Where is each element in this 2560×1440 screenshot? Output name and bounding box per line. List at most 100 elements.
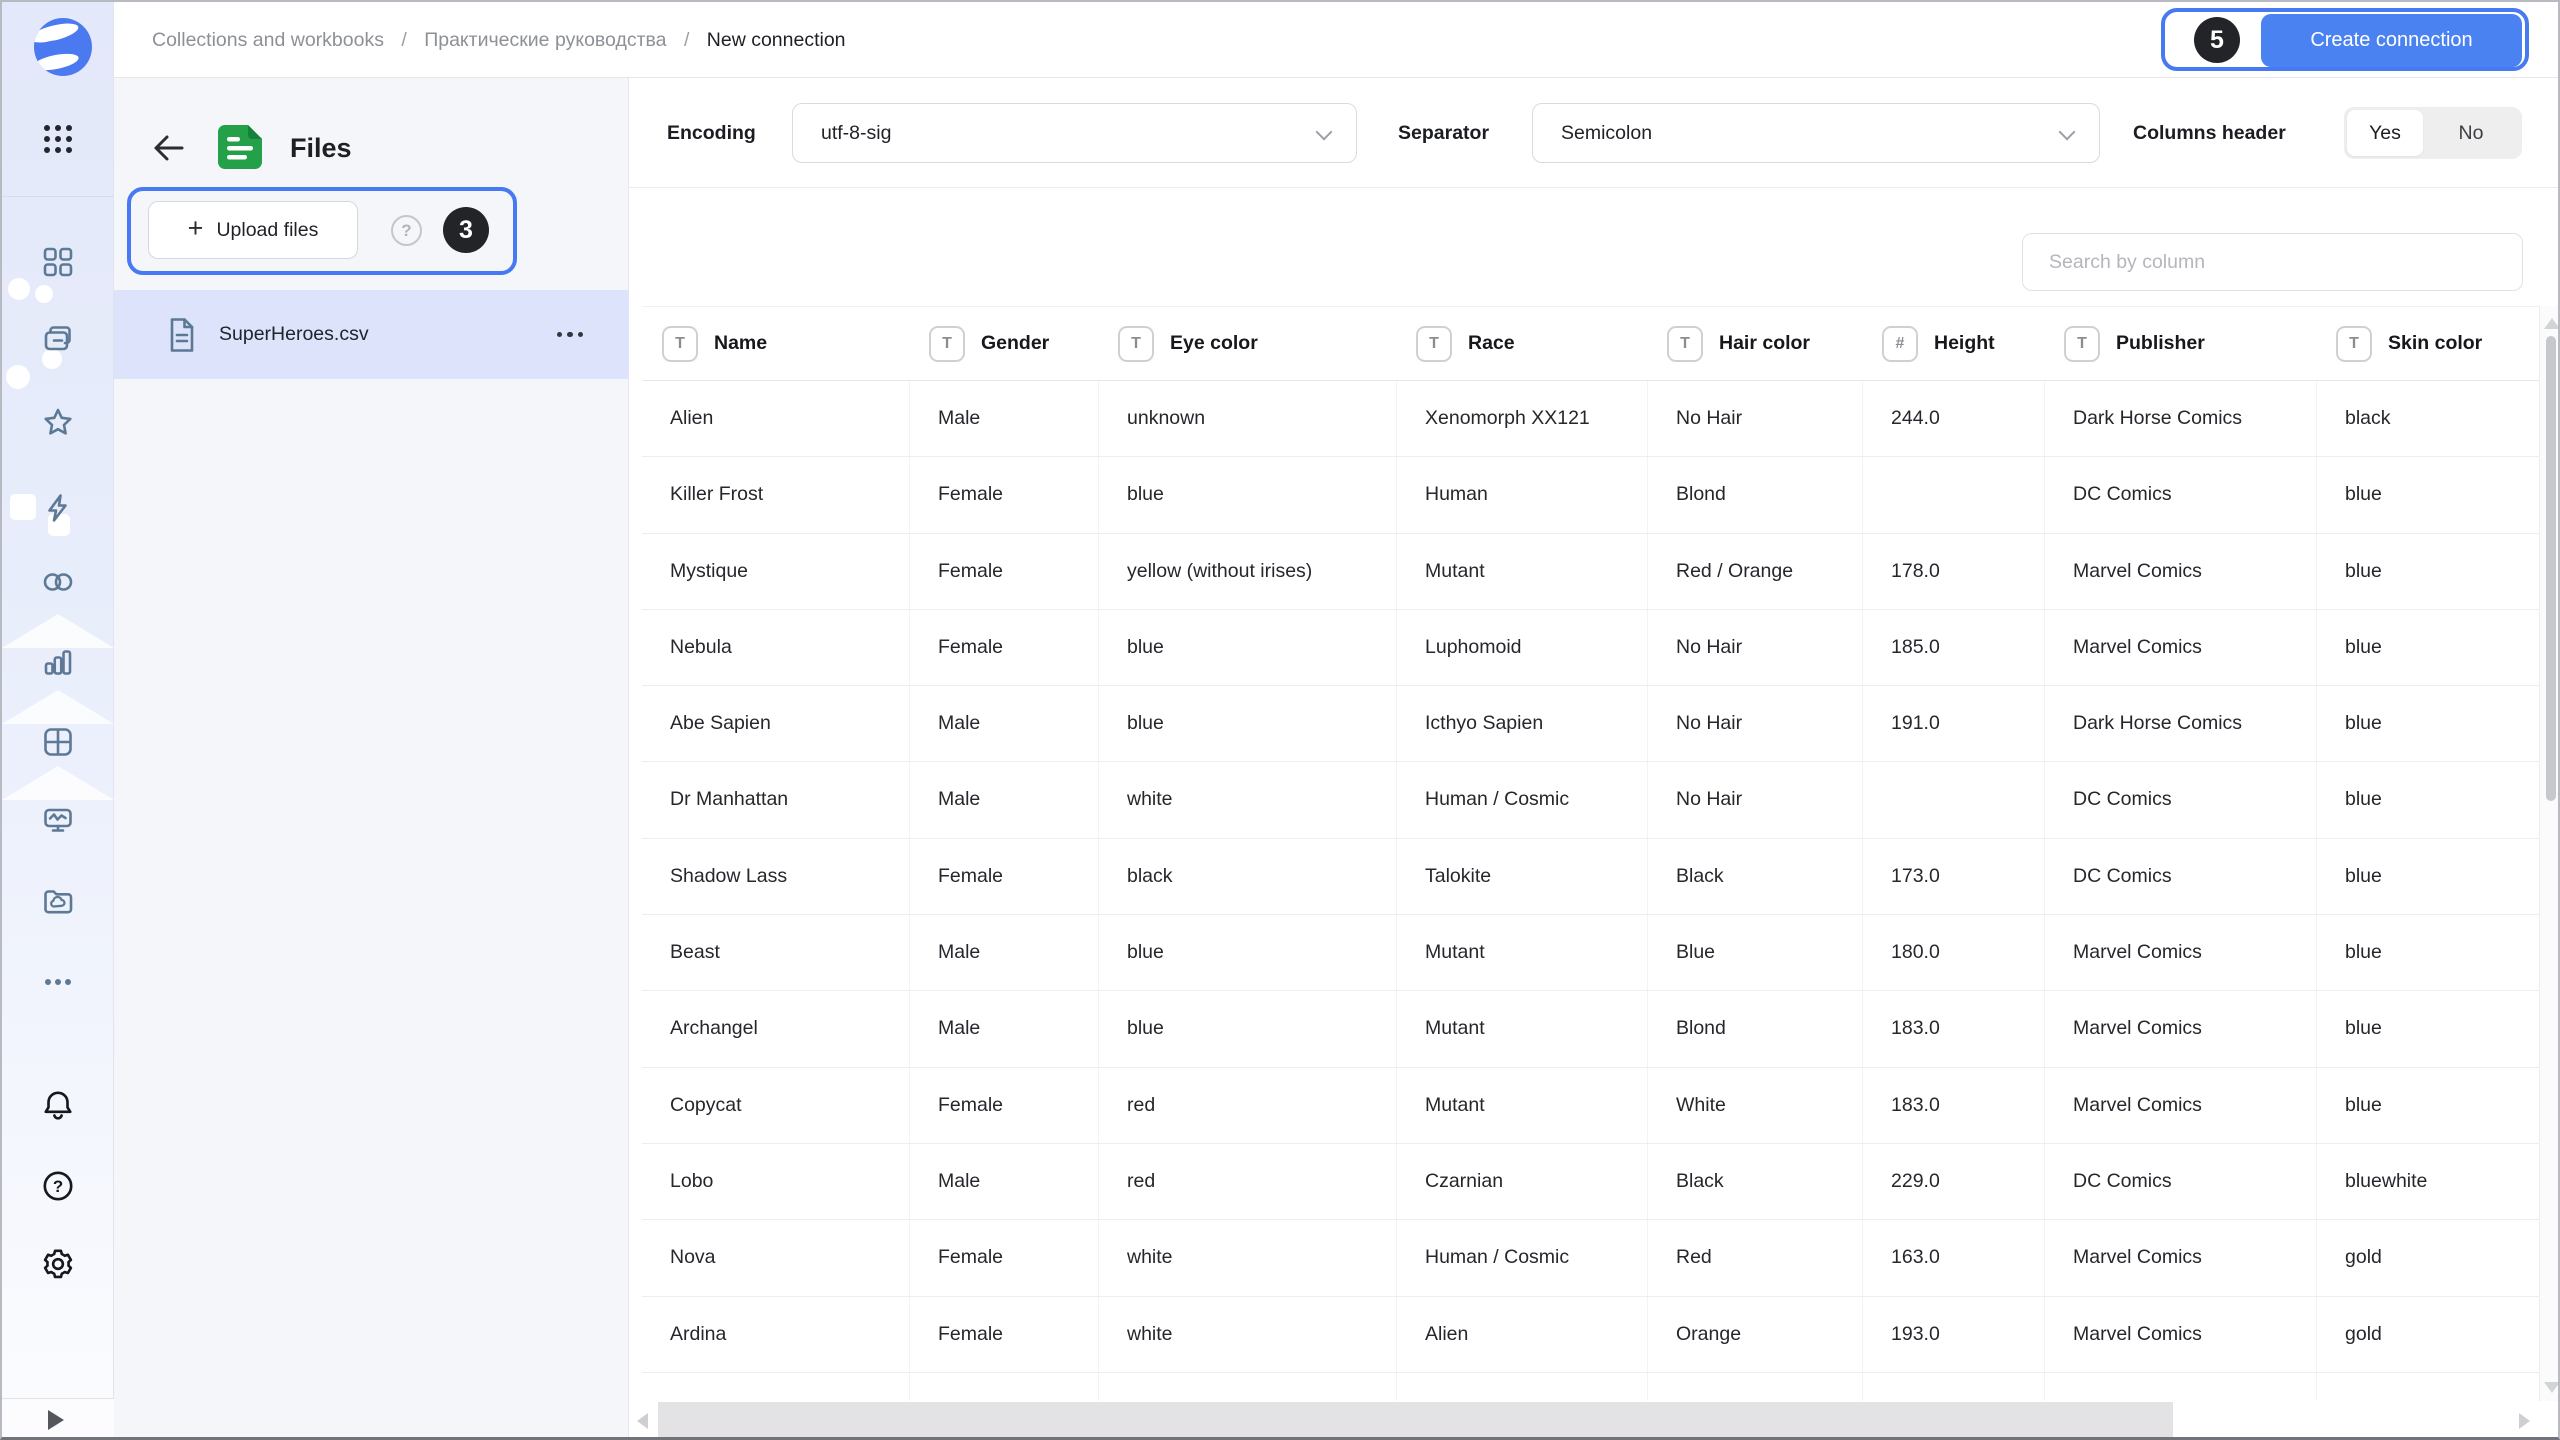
table-cell: Male bbox=[909, 991, 1098, 1066]
monitoring-icon[interactable] bbox=[39, 801, 77, 839]
table-cell: blue bbox=[2316, 839, 2539, 914]
table-cell: 173.0 bbox=[1862, 839, 2044, 914]
column-header: T Gender bbox=[909, 307, 1098, 380]
table-row: MystiqueFemaleyellow (without irises)Mut… bbox=[642, 534, 2539, 610]
help-icon[interactable]: ? bbox=[39, 1167, 77, 1205]
table-cell: unknown bbox=[1098, 381, 1396, 456]
table-cell: Human / Cosmic bbox=[1396, 1220, 1647, 1295]
settings-gear-icon[interactable] bbox=[39, 1245, 77, 1283]
scroll-right-icon[interactable] bbox=[2519, 1413, 2530, 1429]
table-cell: Mutant bbox=[1396, 1068, 1647, 1143]
separator-select[interactable]: Semicolon bbox=[1532, 103, 2100, 163]
table-cell: Icthyo Sapien bbox=[1396, 686, 1647, 761]
text-type-icon: T bbox=[2064, 326, 2100, 362]
connections-lightning-icon[interactable] bbox=[39, 489, 77, 527]
table-cell: bluewhite bbox=[2316, 1144, 2539, 1219]
breadcrumb-workbook[interactable]: Практические руководства bbox=[424, 29, 666, 51]
table-cell: white bbox=[1098, 1220, 1396, 1295]
scroll-left-icon[interactable] bbox=[637, 1413, 648, 1429]
create-connection-button[interactable]: Create connection bbox=[2261, 14, 2522, 67]
table-cell: blue bbox=[1098, 610, 1396, 685]
toggle-no-option[interactable]: No bbox=[2423, 110, 2519, 156]
table-cell: black bbox=[1098, 839, 1396, 914]
table-row: CopycatFemaleredMutantWhite183.0Marvel C… bbox=[642, 1068, 2539, 1144]
apps-grid-icon[interactable] bbox=[39, 120, 77, 158]
scroll-up-icon[interactable] bbox=[2544, 318, 2560, 329]
breadcrumb: Collections and workbooks / Практические… bbox=[152, 2, 846, 78]
upload-files-button[interactable]: + Upload files bbox=[148, 201, 358, 259]
file-item-menu-button[interactable] bbox=[557, 290, 584, 379]
file-list-item-selected[interactable]: SuperHeroes.csv bbox=[114, 290, 629, 379]
table-cell: Blue bbox=[1647, 915, 1862, 990]
table-cell: Black bbox=[1647, 839, 1862, 914]
upload-help-icon[interactable]: ? bbox=[391, 215, 422, 246]
table-cell: Archangel bbox=[642, 991, 909, 1066]
table-cell: blue bbox=[1098, 457, 1396, 532]
column-header: T Skin color bbox=[2316, 307, 2539, 380]
table-header-row: T Name T Gender T Eye color T Race T Hai… bbox=[642, 306, 2539, 381]
table-row: NebulaFemaleblueLuphomoidNo Hair185.0Mar… bbox=[642, 610, 2539, 686]
files-panel: Files + Upload files ? 3 SuperHeroes.csv bbox=[114, 78, 629, 1440]
horizontal-scroll-thumb[interactable] bbox=[658, 1402, 2173, 1440]
scroll-down-icon[interactable] bbox=[2544, 1382, 2560, 1393]
encoding-select[interactable]: utf-8-sig bbox=[792, 103, 1357, 163]
table-cell: blue bbox=[2316, 457, 2539, 532]
table-row: ArdinaFemalewhiteAlienOrange193.0Marvel … bbox=[642, 1297, 2539, 1373]
breadcrumb-collections[interactable]: Collections and workbooks bbox=[152, 29, 384, 51]
dashboards-table-icon[interactable] bbox=[39, 723, 77, 761]
favorites-star-icon[interactable] bbox=[39, 403, 77, 441]
table-cell: DC Comics bbox=[2044, 839, 2316, 914]
table-cell: blue bbox=[2316, 762, 2539, 837]
charts-bar-icon[interactable] bbox=[39, 643, 77, 681]
table-cell: Shadow Lass bbox=[642, 839, 909, 914]
column-header: # Height bbox=[1862, 307, 2044, 380]
text-type-icon: T bbox=[2336, 326, 2372, 362]
datalens-logo[interactable] bbox=[34, 18, 92, 76]
vertical-scrollbar[interactable] bbox=[2539, 306, 2560, 1440]
table-cell: Ardina bbox=[642, 1297, 909, 1372]
files-panel-title: Files bbox=[290, 128, 352, 168]
search-input[interactable] bbox=[2022, 233, 2523, 291]
table-cell: Red bbox=[1647, 1220, 1862, 1295]
cloud-folder-icon[interactable] bbox=[39, 883, 77, 921]
column-header-label: Publisher bbox=[2116, 332, 2205, 355]
tiles-nav-icon[interactable] bbox=[39, 243, 77, 281]
columns-header-label: Columns header bbox=[2133, 78, 2286, 188]
table-cell: blue bbox=[2316, 686, 2539, 761]
table-row: ArchangelMaleblueMutantBlond183.0Marvel … bbox=[642, 991, 2539, 1067]
separator-label: Separator bbox=[1398, 78, 1489, 188]
column-header-label: Eye color bbox=[1170, 332, 1258, 355]
table-cell: 183.0 bbox=[1862, 1068, 2044, 1143]
expand-play-icon[interactable] bbox=[48, 1410, 64, 1430]
table-cell: Orange bbox=[1647, 1297, 1862, 1372]
table-cell: Female bbox=[909, 1068, 1098, 1143]
datasets-circles-icon[interactable] bbox=[39, 563, 77, 601]
more-ellipsis-icon[interactable] bbox=[39, 963, 77, 1001]
collections-folders-icon[interactable] bbox=[39, 321, 77, 359]
rail-footer bbox=[2, 1398, 114, 1439]
text-type-icon: T bbox=[1667, 326, 1703, 362]
notifications-bell-icon[interactable] bbox=[39, 1087, 77, 1125]
column-header-label: Hair color bbox=[1719, 332, 1810, 355]
table-cell: Mutant bbox=[1396, 915, 1647, 990]
toggle-yes-option[interactable]: Yes bbox=[2347, 110, 2423, 156]
table-cell: Xenomorph XX121 bbox=[1396, 381, 1647, 456]
table-cell: Male bbox=[909, 915, 1098, 990]
table-cell: Nebula bbox=[642, 610, 909, 685]
table-cell: Male bbox=[909, 381, 1098, 456]
table-cell: blue bbox=[1098, 686, 1396, 761]
table-cell: No Hair bbox=[1647, 610, 1862, 685]
table-row: Dr ManhattanMalewhiteHuman / CosmicNo Ha… bbox=[642, 762, 2539, 838]
table-row: Shadow LassFemaleblackTalokiteBlack173.0… bbox=[642, 839, 2539, 915]
table-cell: Human / Cosmic bbox=[1396, 762, 1647, 837]
annotation-step-badge-5: 5 bbox=[2194, 17, 2240, 63]
back-arrow-button[interactable] bbox=[150, 129, 188, 167]
separator-value: Semicolon bbox=[1561, 104, 1652, 162]
vertical-scroll-thumb[interactable] bbox=[2546, 336, 2556, 801]
table-cell: 183.0 bbox=[1862, 991, 2044, 1066]
table-cell: Blond bbox=[1647, 991, 1862, 1066]
breadcrumb-separator: / bbox=[684, 29, 689, 51]
upload-files-label: Upload files bbox=[216, 219, 318, 242]
horizontal-scrollbar[interactable] bbox=[629, 1401, 2560, 1440]
table-cell: Marvel Comics bbox=[2044, 1220, 2316, 1295]
